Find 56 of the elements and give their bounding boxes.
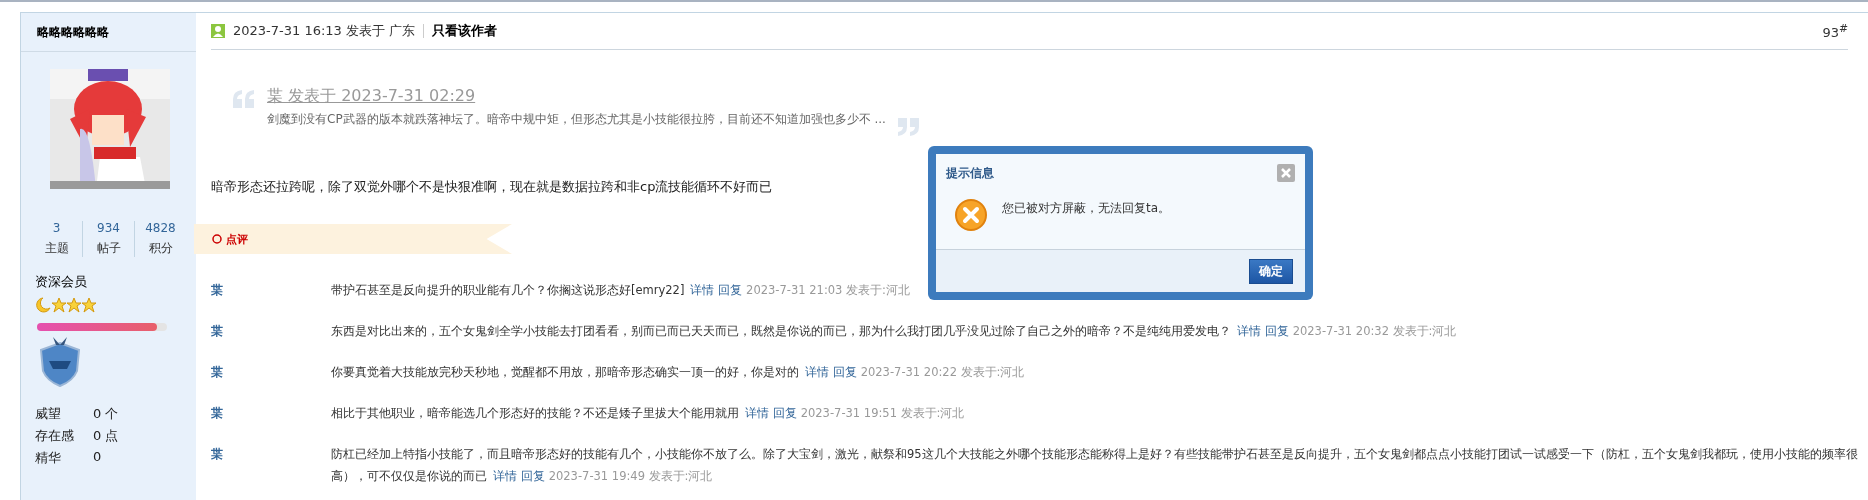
- reply-link[interactable]: 回复: [832, 365, 857, 379]
- comment-text: 东西是对比出来的，五个女鬼剑全学小技能去打团看看，别而已而已天天而已，既然是你说的而已，那为什么我打团几乎没见过除了自己之外的暗帝？不是纯纯用爱发电？ 详情 回复 2023-7-31 20:32 发表于:河北: [331, 323, 1458, 340]
- stat-label: 主题: [44, 240, 69, 257]
- comment-author[interactable]: 枼: [211, 324, 331, 339]
- comment-text: 你要真觉着大技能放完秒天秒地，觉醒都不用放，那暗帝形态确实一顶一的好，你是对的 详情 回复 2023-7-31 20:22 发表于:河北: [331, 364, 1026, 381]
- quote-mark-icon: [897, 118, 920, 136]
- username[interactable]: 略略略略略略: [21, 13, 196, 52]
- field-label: 精华: [35, 449, 62, 467]
- detail-link[interactable]: 详情: [493, 469, 517, 483]
- author-only-link[interactable]: 只看该作者: [432, 22, 498, 40]
- stat-value[interactable]: 934: [97, 221, 120, 235]
- quote-text: 剑魔到没有CP武器的版本就跌落神坛了。暗帝中规中矩，但形态尤其是小技能很拉胯，目前还不知道加强也多少不 ...: [267, 111, 886, 128]
- comment-author[interactable]: 枼: [211, 447, 331, 462]
- comment-text: 防杠已经加上特指小技能了，而且暗帝形态好的技能有几个，小技能你不放了么。除了大宝剑，激光，献祭和95这几个大技能之外哪个技能形态能称得上是好？有些技能带护石甚至是反向提升，五个女鬼剑都点点小技能打团试一试感受一下（防杠，五个女鬼剑我都玩，使用小技能的频率很高），可不仅仅是你说的而已 详情 回复 2023-7-31 19:49 发表于:河北: [331, 446, 1859, 485]
- detail-link[interactable]: 详情: [745, 406, 769, 420]
- field-label: 威望: [35, 405, 62, 423]
- ok-button[interactable]: 确定: [1249, 258, 1293, 284]
- detail-link[interactable]: 详情: [690, 283, 715, 297]
- field-value: 0 个: [93, 405, 120, 423]
- field-label: 存在感: [35, 427, 75, 445]
- user-icon: [211, 24, 225, 38]
- stat-label: 帖子: [96, 240, 121, 257]
- reply-link[interactable]: 回复: [520, 469, 545, 483]
- user-group[interactable]: 资深会员: [35, 273, 196, 291]
- detail-link[interactable]: 详情: [1237, 324, 1261, 338]
- comment-time: 2023-7-31 20:32 发表于:河北: [1292, 324, 1457, 338]
- comment-author[interactable]: 枼: [211, 406, 331, 421]
- comment-text: 相比于其他职业，暗帝能选几个形态好的技能？不还是矮子里拔大个能用就用 详情 回复 2023-7-31 19:51 发表于:河北: [331, 405, 966, 422]
- comment-time: 2023-7-31 19:49 发表于:河北: [548, 469, 713, 483]
- stat-value[interactable]: 4828: [145, 221, 176, 235]
- comment-time: 2023-7-31 19:51 发表于:河北: [800, 406, 965, 420]
- circle-icon: [212, 234, 222, 244]
- field-value: 0: [93, 449, 103, 466]
- post-date: 2023-7-31 16:13 发表于 广东: [233, 22, 416, 40]
- floor-number[interactable]: 93$^{#}$: [1822, 21, 1848, 41]
- close-button[interactable]: [1277, 164, 1295, 182]
- comment-author[interactable]: 枼: [211, 365, 331, 380]
- dialog-message: 您已被对方屏蔽，无法回复ta。: [1002, 199, 1171, 217]
- comment-text: 带护石甚至是反向提升的职业能有几个？你搁这说形态好[emry22] 详情 回复 2023-7-31 21:03 发表于:河北: [331, 282, 911, 299]
- error-icon: [954, 198, 988, 232]
- quote-mark-icon: [233, 90, 255, 108]
- comment-time: 2023-7-31 21:03 发表于:河北: [746, 283, 910, 297]
- dialog-title: 提示信息: [946, 164, 994, 182]
- close-icon: [1281, 168, 1291, 178]
- comment-label[interactable]: 点评: [226, 231, 248, 247]
- reply-link[interactable]: 回复: [1264, 324, 1289, 338]
- reply-link[interactable]: 回复: [718, 283, 743, 297]
- comment-time: 2023-7-31 20:22 发表于:河北: [860, 365, 1025, 379]
- field-value: 0 点: [93, 427, 120, 445]
- detail-link[interactable]: 详情: [805, 365, 829, 379]
- post-body: 暗帝形态还拉跨呢，除了双觉外哪个不是快狠准啊，现在就是数据拉跨和非cp流技能循环不好而已: [211, 178, 774, 196]
- stat-value[interactable]: 3: [52, 221, 61, 235]
- reply-link[interactable]: 回复: [772, 406, 797, 420]
- comment-author[interactable]: 枼: [211, 283, 331, 298]
- rank-icon: [35, 297, 97, 313]
- stat-label: 积分: [148, 240, 173, 257]
